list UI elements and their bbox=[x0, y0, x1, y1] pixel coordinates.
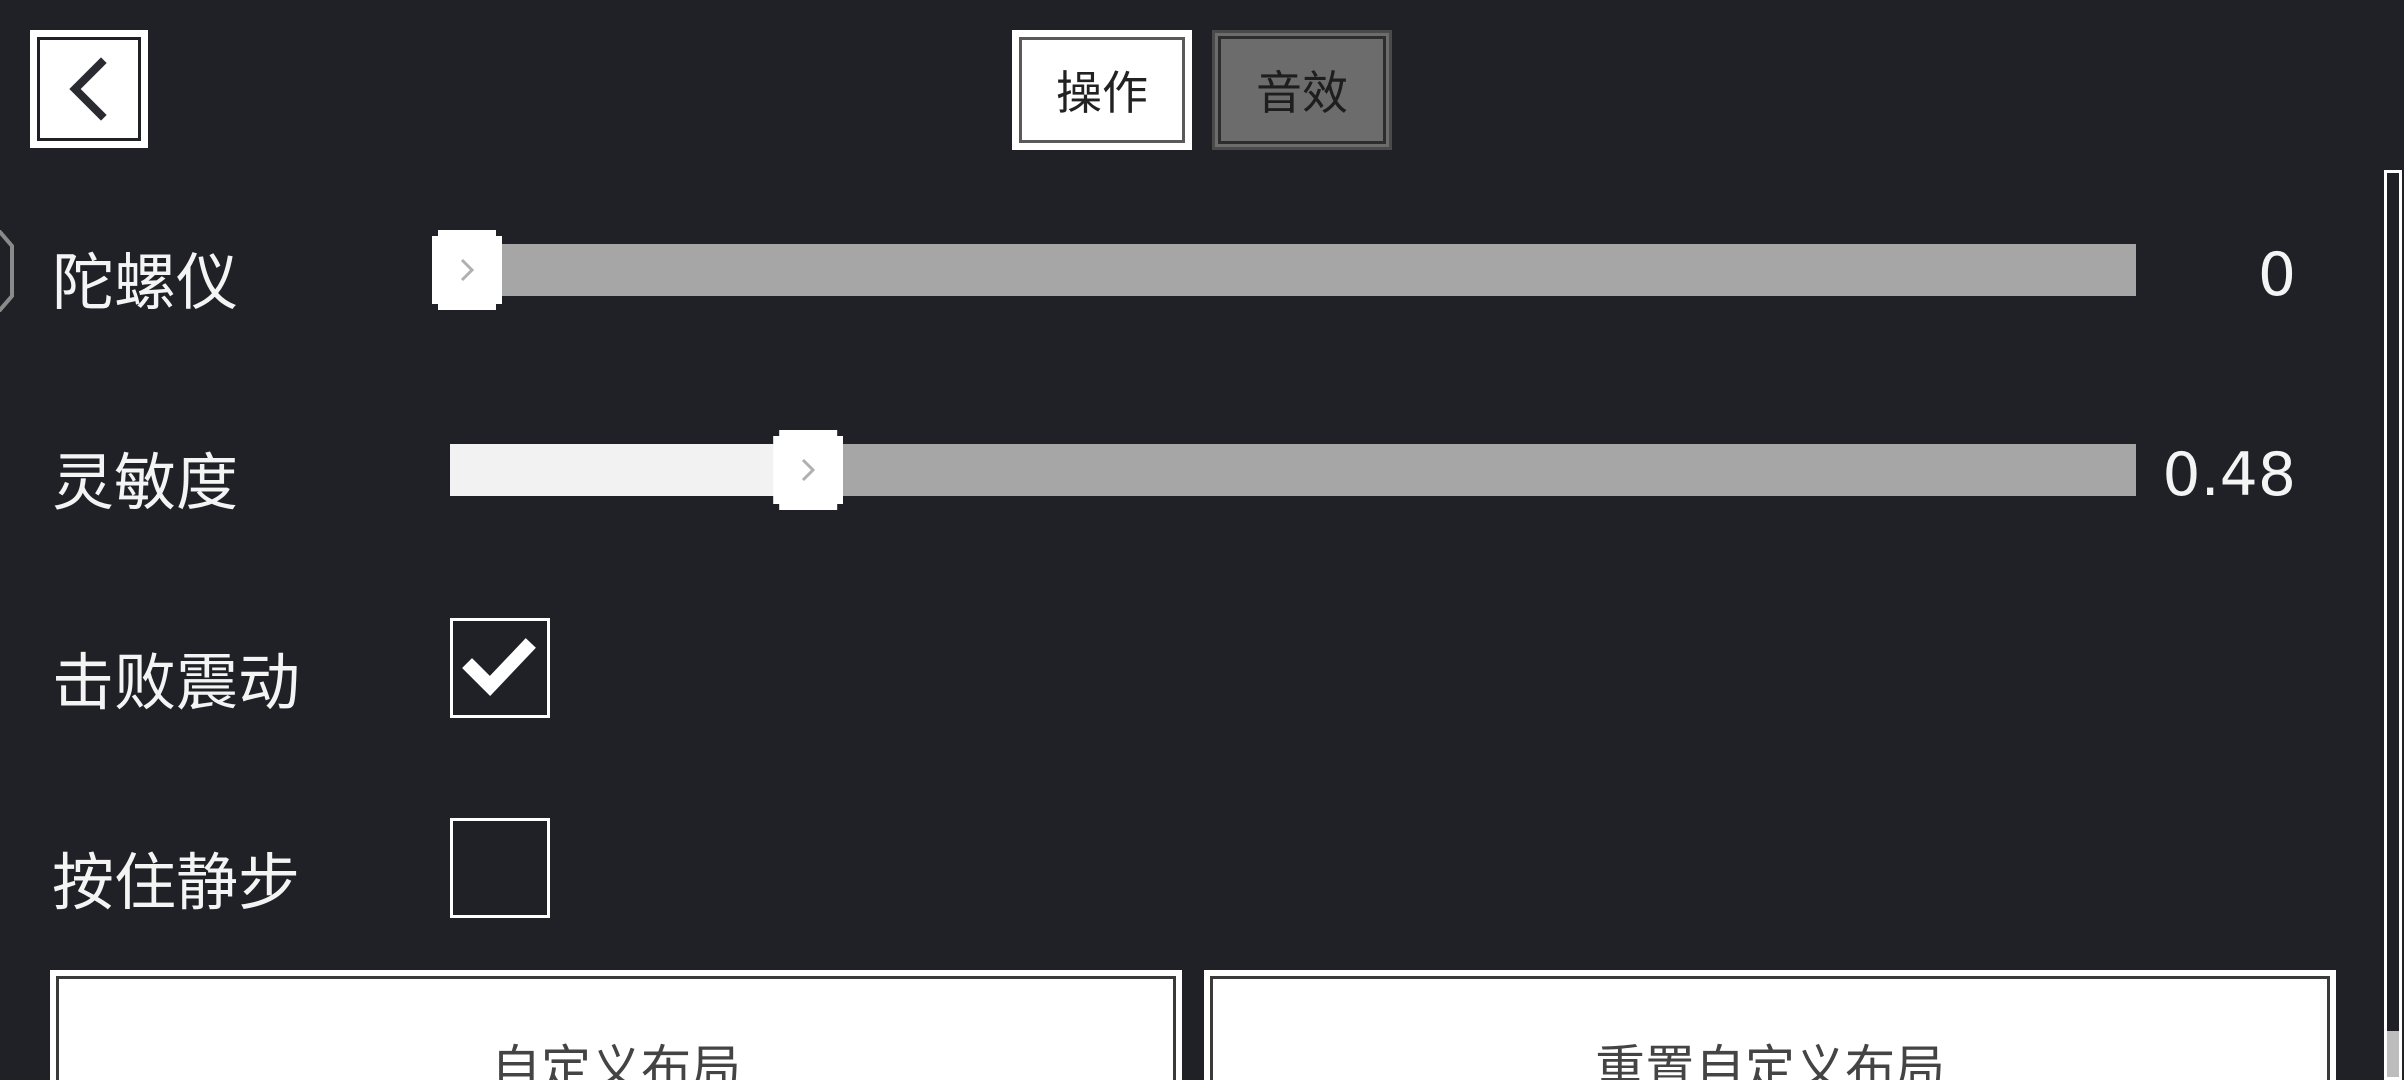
gyroscope-slider[interactable] bbox=[432, 230, 2136, 310]
slider-thumb[interactable] bbox=[432, 230, 502, 310]
gyroscope-value: 0 bbox=[2257, 240, 2296, 310]
hold-sneak-label: 按住静步 bbox=[52, 846, 301, 919]
chevron-left-icon bbox=[69, 57, 107, 121]
scrollbar-thumb[interactable] bbox=[2387, 1031, 2399, 1077]
back-button[interactable] bbox=[30, 30, 148, 148]
scrollbar[interactable] bbox=[2384, 170, 2402, 1080]
slider-fill bbox=[450, 444, 809, 496]
tab-audio[interactable]: 音效 bbox=[1212, 30, 1392, 150]
chevron-right-icon bbox=[802, 458, 816, 482]
settings-screen: 操作 音效 陀螺仪 0 灵敏度 0.48 击败震动 按住静步 自定义布局 重置自… bbox=[0, 0, 2404, 1080]
tab-bar: 操作 音效 bbox=[1012, 30, 1392, 150]
hold-sneak-checkbox[interactable] bbox=[450, 818, 550, 918]
edge-hex-icon bbox=[0, 230, 14, 312]
defeat-vibration-checkbox[interactable] bbox=[450, 618, 550, 718]
sensitivity-value: 0.48 bbox=[2162, 440, 2296, 510]
sensitivity-slider[interactable] bbox=[450, 430, 2136, 510]
custom-layout-button[interactable]: 自定义布局 bbox=[50, 970, 1182, 1080]
reset-layout-button[interactable]: 重置自定义布局 bbox=[1204, 970, 2336, 1080]
checkmark-icon bbox=[462, 638, 536, 697]
defeat-vibration-label: 击败震动 bbox=[52, 646, 301, 719]
tab-controls[interactable]: 操作 bbox=[1012, 30, 1192, 150]
gyroscope-label: 陀螺仪 bbox=[52, 246, 239, 319]
slider-thumb[interactable] bbox=[773, 430, 844, 510]
chevron-right-icon bbox=[460, 258, 475, 282]
custom-layout-label: 自定义布局 bbox=[491, 1040, 741, 1080]
sensitivity-label: 灵敏度 bbox=[52, 446, 239, 519]
reset-layout-label: 重置自定义布局 bbox=[1595, 1040, 1945, 1080]
